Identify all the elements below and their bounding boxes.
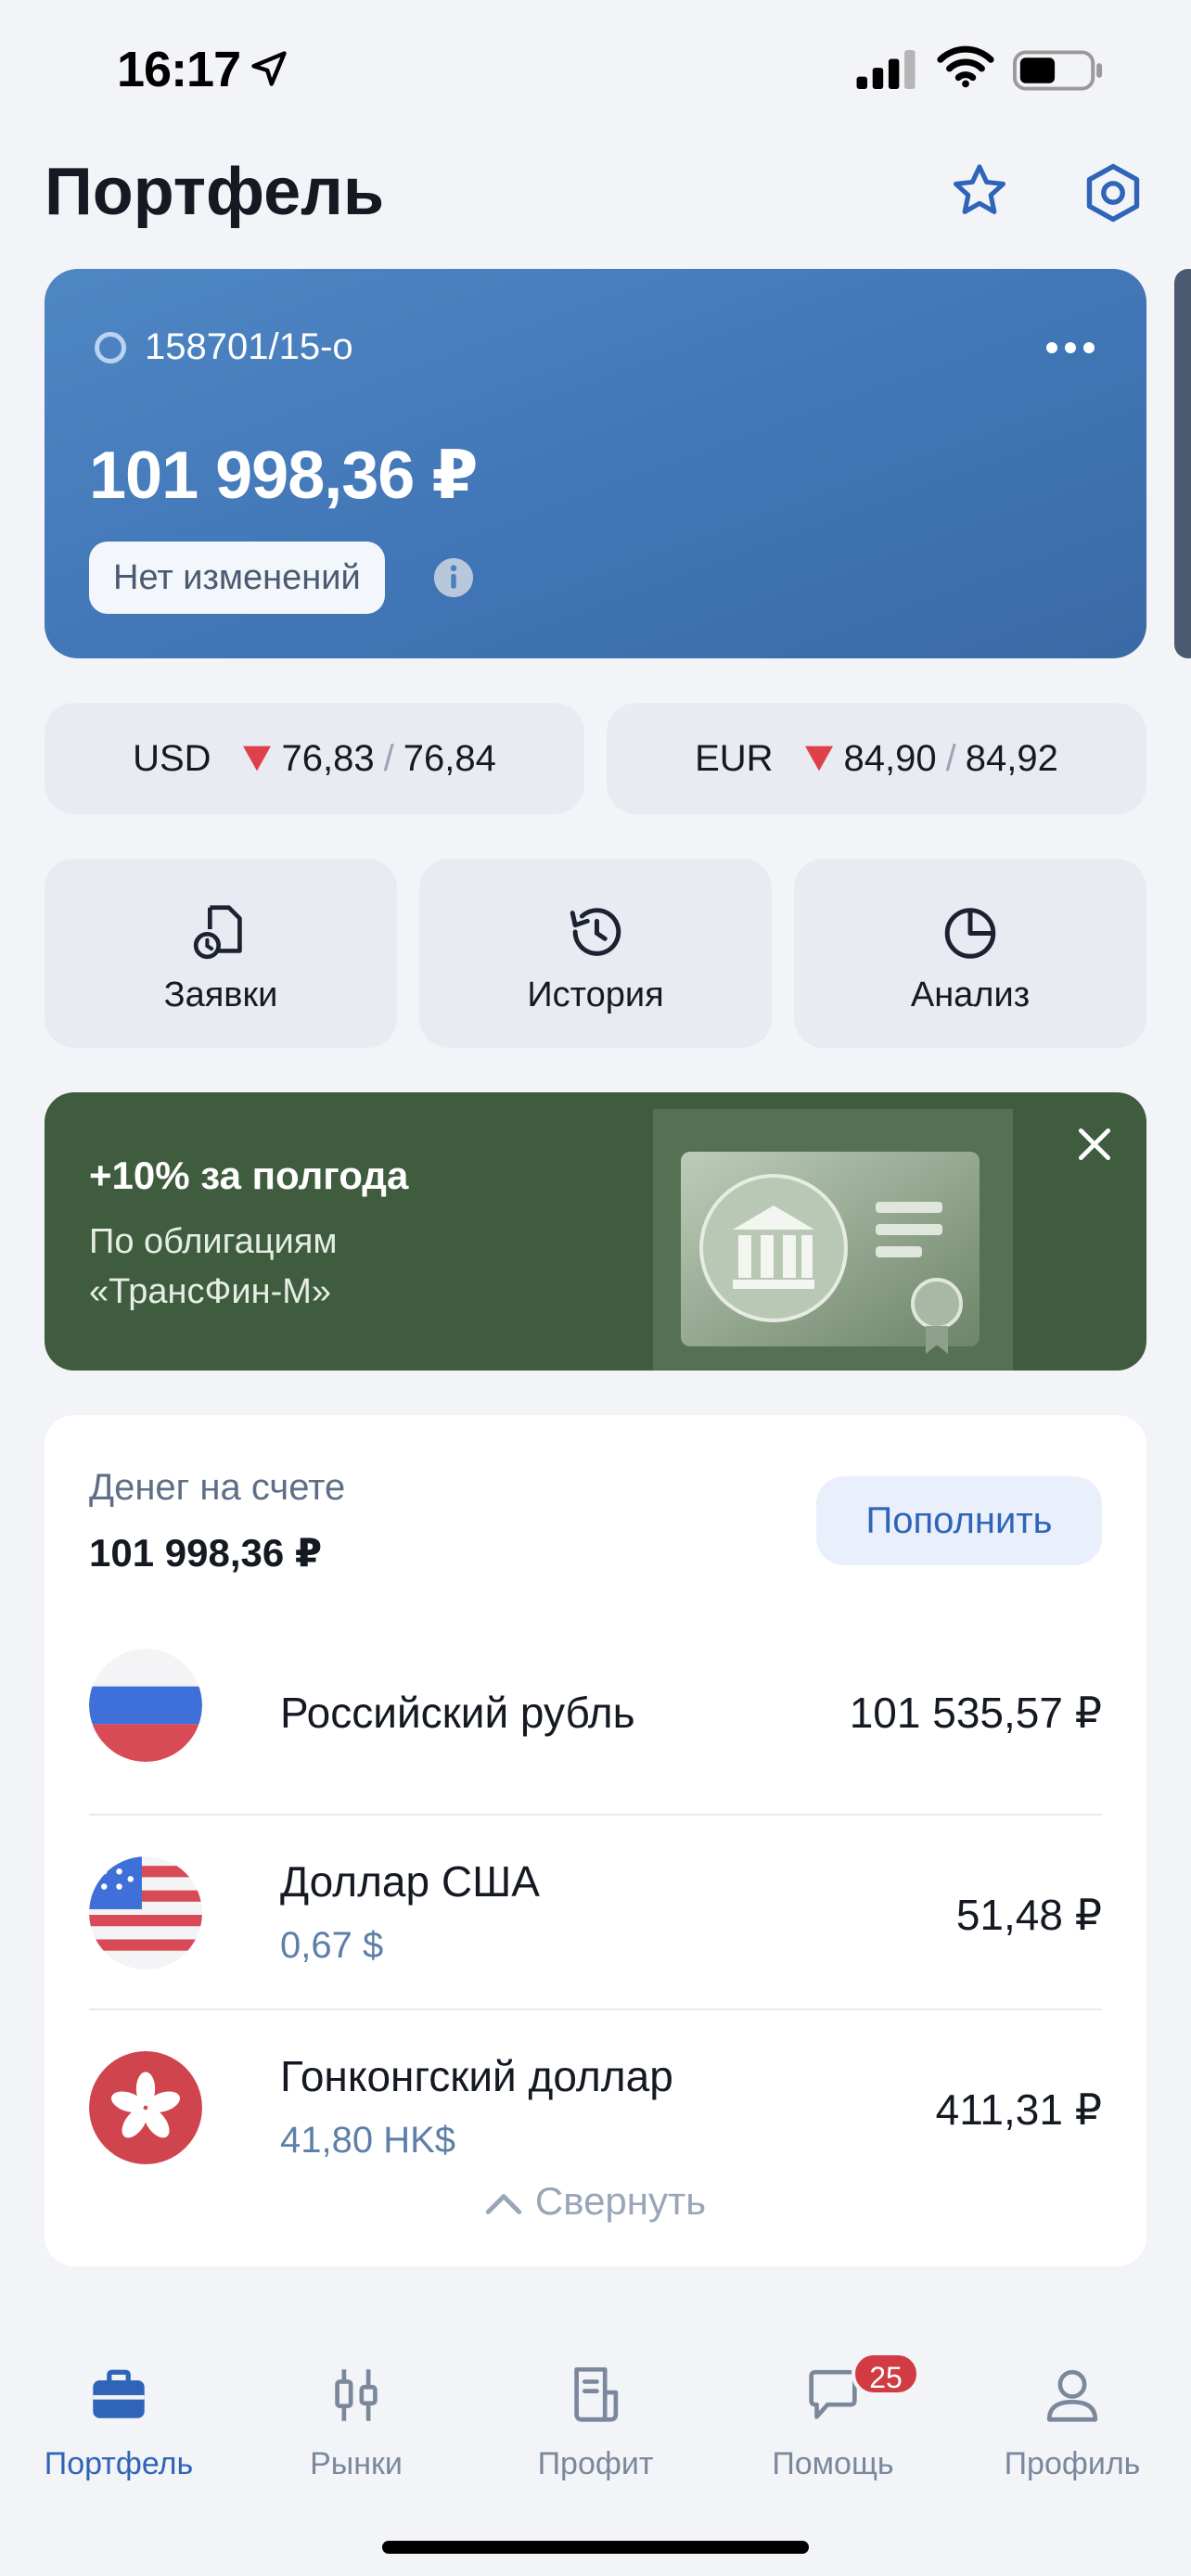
account-status-dot-icon <box>95 332 126 363</box>
orders-icon <box>193 905 242 960</box>
status-bar: 16:17 <box>0 0 1191 139</box>
rate-buy: 76,83 <box>281 737 375 779</box>
news-icon <box>574 2366 619 2422</box>
collapse-label: Свернуть <box>534 2179 707 2223</box>
currency-amount: 0,67 $ <box>280 1925 384 1966</box>
rate-down-triangle-icon <box>242 746 271 772</box>
more-options-icon[interactable] <box>1044 334 1096 362</box>
chevron-up-icon <box>485 2194 522 2214</box>
next-account-card-peek[interactable] <box>1174 269 1191 658</box>
tab-portfolio[interactable]: Портфель <box>7 2363 230 2502</box>
analysis-label: Анализ <box>910 976 1031 1014</box>
rate-sell: 76,84 <box>403 737 496 779</box>
cellular-signal-icon <box>856 50 916 89</box>
candles-icon <box>335 2369 378 2421</box>
currency-row-rub[interactable]: Российский рубль 101 535,57 ₽ <box>89 1621 1102 1816</box>
currency-row-usd[interactable]: Доллар США 0,67 $ 51,48 ₽ <box>89 1816 1102 2010</box>
tab-markets[interactable]: Рынки <box>245 2363 467 2502</box>
notification-badge: 25 <box>852 2352 920 2396</box>
orders-button[interactable]: Заявки <box>45 859 397 1048</box>
account-balance: 101 998,36 ₽ <box>89 439 478 513</box>
tab-profile[interactable]: Профиль <box>961 2363 1184 2502</box>
rate-card-usd[interactable]: USD 76,83 / 76,84 <box>45 703 584 814</box>
bond-certificate-illustration <box>653 1109 1013 1371</box>
info-icon[interactable] <box>432 556 475 599</box>
location-arrow-icon <box>251 51 287 86</box>
rate-currency: USD <box>133 737 211 779</box>
rate-sell: 84,92 <box>965 737 1058 779</box>
rate-separator: / <box>945 737 956 779</box>
home-indicator[interactable] <box>382 2541 809 2554</box>
account-card[interactable]: 158701/15-о 101 998,36 ₽ Нет изменений <box>45 269 1146 658</box>
tab-label: Портфель <box>44 2446 194 2481</box>
currency-value: 101 535,57 ₽ <box>849 1689 1102 1737</box>
battery-icon <box>1013 50 1103 91</box>
wifi-icon <box>937 45 994 88</box>
currency-name: Гонконгский доллар <box>280 2052 673 2100</box>
hong-kong-flag-icon <box>89 2051 202 2164</box>
close-icon[interactable] <box>1074 1124 1115 1165</box>
history-icon <box>570 908 621 956</box>
rate-card-eur[interactable]: EUR 84,90 / 84,92 <box>607 703 1146 814</box>
star-icon[interactable] <box>948 159 1011 223</box>
promo-banner[interactable]: +10% за полгода По облигациям «ТрансФин-М… <box>45 1092 1146 1371</box>
tab-label: Профиль <box>1004 2446 1141 2481</box>
briefcase-icon <box>93 2369 145 2418</box>
settings-hexagon-icon[interactable] <box>1080 159 1146 226</box>
russia-flag-icon <box>89 1649 202 1762</box>
currency-name: Доллар США <box>280 1857 540 1906</box>
currency-name: Российский рубль <box>280 1689 635 1737</box>
profile-icon <box>1046 2369 1098 2422</box>
history-label: История <box>527 976 664 1014</box>
currency-value: 411,31 ₽ <box>935 2085 1102 2134</box>
tab-help[interactable]: 25 Помощь <box>722 2352 944 2502</box>
collapse-button[interactable]: Свернуть <box>45 2179 1146 2224</box>
top-up-button[interactable]: Пополнить <box>816 1476 1102 1565</box>
usa-flag-icon <box>89 1856 202 1970</box>
orders-label: Заявки <box>163 976 278 1014</box>
history-button[interactable]: История <box>419 859 772 1048</box>
page-title: Портфель <box>45 155 385 229</box>
promo-text: По облигациям «ТрансФин-М» <box>89 1222 338 1311</box>
account-number: 158701/15-о <box>145 326 353 367</box>
tab-label: Помощь <box>772 2446 894 2481</box>
cash-label: Денег на счете <box>89 1467 346 1508</box>
currency-row-hkd[interactable]: Гонконгский доллар 41,80 HK$ 411,31 ₽ <box>89 2010 1102 2205</box>
tab-label: Рынки <box>310 2446 403 2481</box>
rate-down-triangle-icon <box>804 746 833 772</box>
status-time: 16:17 <box>117 42 241 97</box>
pie-chart-icon <box>944 908 996 959</box>
rate-buy: 84,90 <box>843 737 937 779</box>
analysis-button[interactable]: Анализ <box>794 859 1146 1048</box>
cash-card: Денег на счете 101 998,36 ₽ Пополнить Ро… <box>45 1415 1146 2266</box>
change-badge: Нет изменений <box>89 542 385 614</box>
rate-separator: / <box>383 737 394 779</box>
currency-amount: 41,80 HK$ <box>280 2120 456 2161</box>
rate-currency: EUR <box>695 737 774 779</box>
currency-value: 51,48 ₽ <box>955 1891 1102 1939</box>
tab-label: Профит <box>537 2446 654 2481</box>
cash-total: 101 998,36 ₽ <box>89 1531 323 1575</box>
promo-title: +10% за полгода <box>89 1154 409 1197</box>
tab-profit[interactable]: Профит <box>484 2363 707 2502</box>
